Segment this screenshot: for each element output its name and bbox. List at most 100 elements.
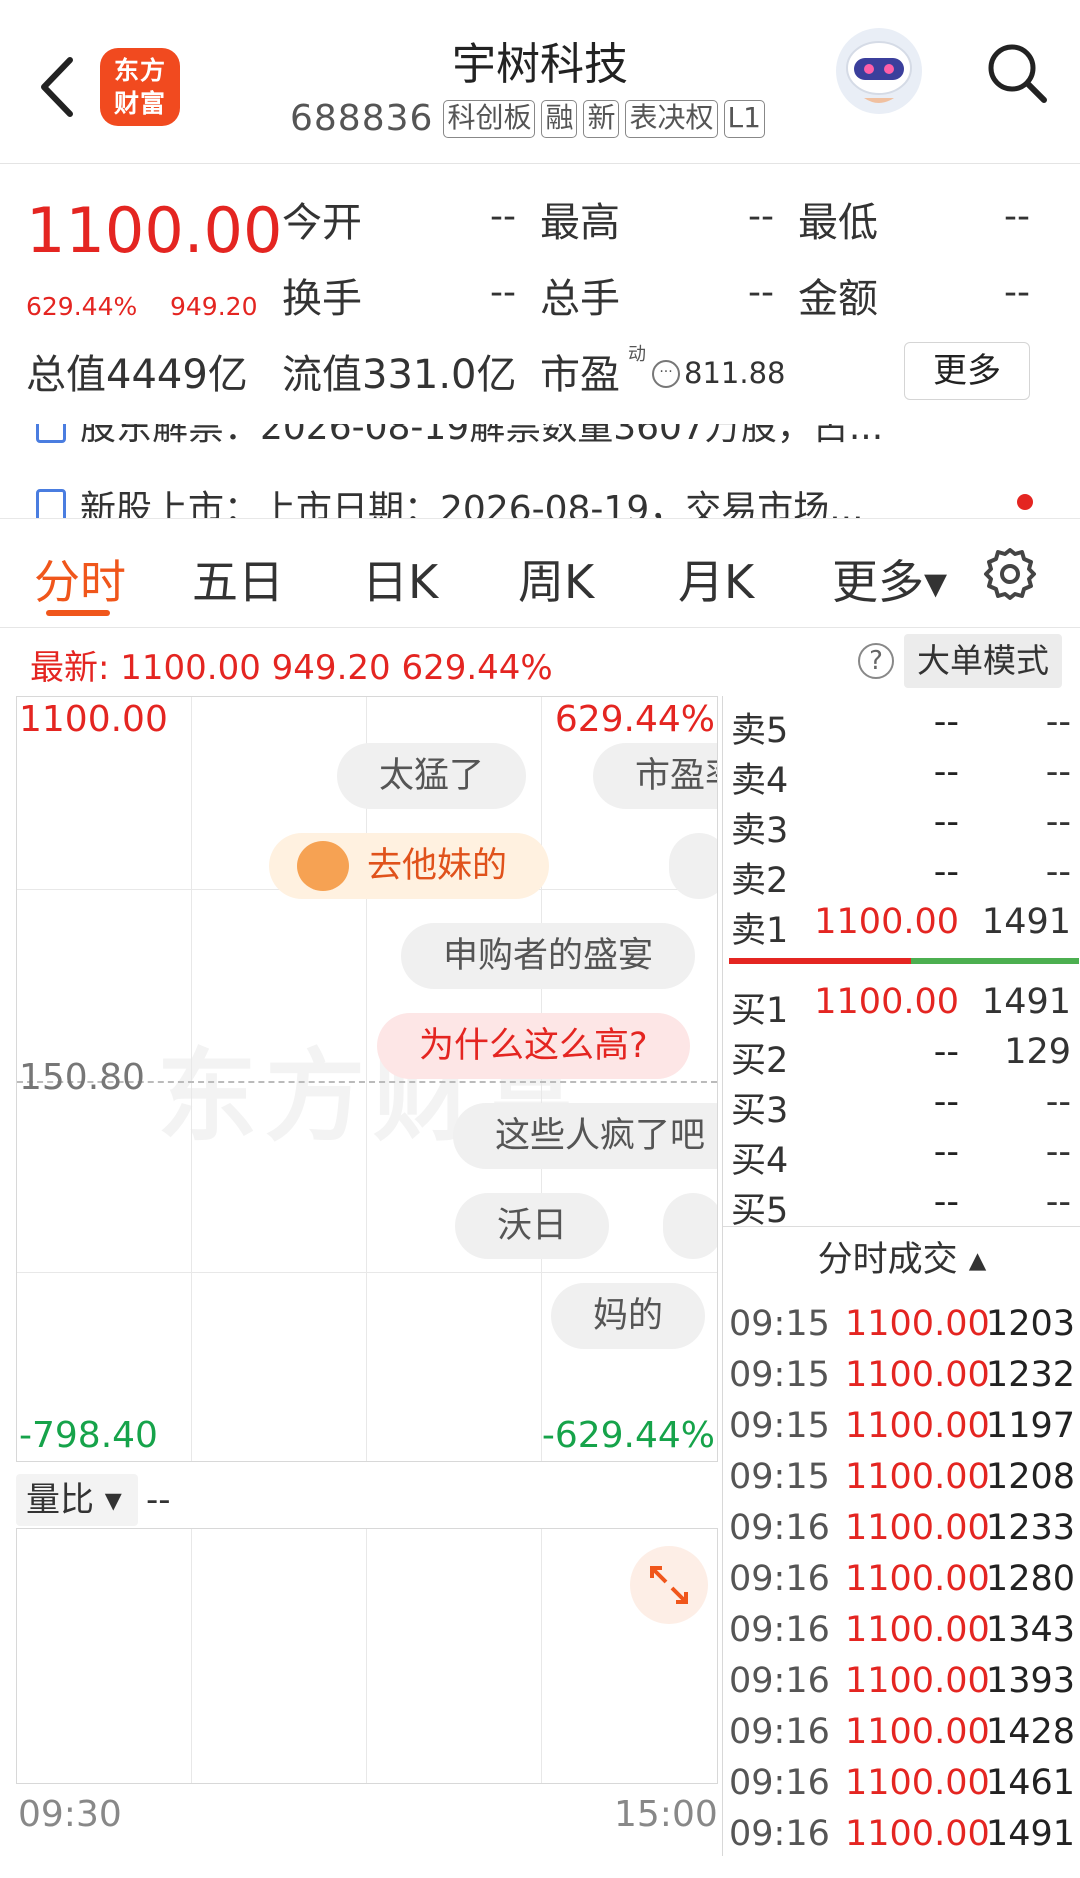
tab-weekly-k[interactable]: 周K — [518, 546, 594, 612]
gear-icon[interactable] — [980, 544, 1040, 604]
tab-more[interactable]: 更多▾ — [832, 546, 947, 612]
trade-price: 1100.00 — [845, 1355, 990, 1395]
y-axis-top: 1100.00 — [19, 699, 168, 740]
bid-price: -- — [933, 1132, 959, 1172]
trade-volume: 1491 — [985, 1814, 1075, 1854]
big-order-mode-button[interactable]: 大单模式 — [904, 634, 1062, 688]
ask-row: 卖1 1100.00 1491 — [727, 902, 1077, 951]
intraday-chart[interactable]: 东方财富 1100.00 629.44% 150.80 -798.40 -629… — [16, 696, 718, 1462]
trade-row: 09:15 1100.00 1232 — [729, 1355, 1079, 1405]
bid-row: 买2 -- 129 — [727, 1032, 1077, 1081]
trade-volume: 1233 — [985, 1508, 1075, 1548]
trade-row: 09:15 1100.00 1203 — [729, 1304, 1079, 1354]
trade-price: 1100.00 — [845, 1508, 990, 1548]
volume-indicator-select[interactable]: 量比 ▾ — [16, 1474, 138, 1526]
order-book: 卖5 -- -- 卖4 -- -- 卖3 -- -- 卖2 -- -- 卖1 1… — [722, 696, 1080, 1856]
trade-time: 09:16 — [729, 1559, 830, 1599]
unread-dot — [1017, 494, 1033, 510]
search-icon[interactable] — [982, 38, 1052, 108]
danmaku-bubble[interactable]: 太猛了 — [337, 743, 527, 809]
pe-more-icon[interactable]: ··· — [652, 360, 680, 388]
ask-label: 卖3 — [731, 811, 789, 851]
assistant-robot-icon[interactable] — [836, 28, 922, 114]
trade-row: 09:16 1100.00 1343 — [729, 1610, 1079, 1660]
trade-time: 09:16 — [729, 1712, 830, 1752]
help-icon[interactable]: ? — [858, 643, 894, 679]
expand-icon[interactable] — [630, 1546, 708, 1624]
ask-row: 卖3 -- -- — [727, 802, 1077, 851]
trade-volume: 1393 — [985, 1661, 1075, 1701]
news-item-unlock[interactable]: 股东解禁：2026-08-19解禁数量3607万股，占... — [36, 424, 883, 450]
bid-label: 买4 — [731, 1141, 789, 1181]
y-axis-top-pct: 629.44% — [554, 699, 715, 740]
trade-volume: 1208 — [985, 1457, 1075, 1497]
change-percent: 629.44% — [26, 292, 138, 321]
danmaku-bubble[interactable]: 沃日 — [455, 1193, 610, 1259]
back-icon[interactable] — [32, 52, 82, 122]
bid-price: -- — [933, 1032, 959, 1072]
volume-chart[interactable] — [16, 1528, 718, 1784]
danmaku-bubble-partial[interactable] — [669, 833, 717, 899]
news-prefix-ipo: 新股上市： — [80, 489, 261, 519]
logo-line-2: 财富 — [113, 89, 166, 118]
ask-label: 卖2 — [731, 861, 789, 901]
ask-volume: -- — [1045, 852, 1071, 892]
tag-level: L1 — [723, 99, 765, 138]
time-axis-end: 15:00 — [614, 1794, 718, 1835]
y-axis-bottom-pct: -629.44% — [541, 1415, 715, 1456]
volume-indicator-value: -- — [146, 1480, 171, 1520]
last-price: 1100.00 — [26, 194, 283, 267]
stat-volume-value: -- — [748, 272, 774, 313]
tab-daily-k[interactable]: 日K — [362, 546, 438, 612]
danmaku-bubble-partial[interactable] — [663, 1193, 717, 1259]
more-button[interactable]: 更多 — [904, 342, 1030, 400]
trade-volume: 1428 — [985, 1712, 1075, 1752]
grid-vline — [191, 697, 192, 1461]
news-ticker[interactable]: 股东解禁：2026-08-19解禁数量3607万股，占... 新股上市：上市日期… — [0, 424, 1080, 519]
trade-time: 09:15 — [729, 1355, 830, 1395]
mascot-cow-icon — [297, 841, 349, 891]
stock-name: 宇树科技 — [452, 39, 628, 90]
stat-turnover-label: 换手 — [282, 276, 362, 322]
float-market-value: 流值331.0亿 — [282, 352, 517, 398]
tab-intraday[interactable]: 分时 — [34, 546, 126, 612]
danmaku-bubble[interactable]: 市盈率 — [593, 743, 717, 809]
buy-ratio-segment — [729, 958, 911, 964]
danmaku-bubble[interactable]: 申购者的盛宴 — [401, 923, 696, 989]
ask-price: -- — [933, 752, 959, 792]
chart-tabs: 分时 五日 日K 周K 月K 更多▾ — [0, 520, 1080, 628]
ask-label: 卖4 — [731, 761, 789, 801]
ask-label: 卖1 — [731, 911, 789, 951]
danmaku-bubble-hot[interactable]: 去他妹的 — [269, 833, 550, 899]
bid-label: 买3 — [731, 1091, 789, 1131]
tab-five-day[interactable]: 五日 — [192, 546, 284, 612]
sell-ratio-segment — [911, 958, 1079, 964]
trade-time: 09:15 — [729, 1304, 830, 1344]
trade-row: 09:16 1100.00 1393 — [729, 1661, 1079, 1711]
trades-header[interactable]: 分时成交 ▴ — [723, 1226, 1080, 1292]
buy-sell-ratio-bar — [729, 958, 1079, 964]
stat-low-label: 最低 — [798, 200, 878, 246]
danmaku-bubble-highlight[interactable]: 为什么这么高? — [377, 1013, 690, 1079]
bid-volume: -- — [1045, 1082, 1071, 1122]
quote-panel: 1100.00 629.44% 949.20 今开 -- 最高 -- 最低 --… — [0, 164, 1080, 424]
stat-turnover-value: -- — [490, 272, 516, 313]
pe-dynamic-sup: 动 — [628, 344, 646, 365]
stat-volume-label: 总手 — [540, 276, 620, 322]
danmaku-bubble[interactable]: 妈的 — [551, 1283, 706, 1349]
trade-row: 09:16 1100.00 1233 — [729, 1508, 1079, 1558]
y-axis-mid: 150.80 — [19, 1057, 145, 1098]
danmaku-bubble-text: 去他妹的 — [367, 846, 508, 886]
app-header: 东方 财富 宇树科技 688836 科创板 融 新 表决权 L1 — [0, 0, 1080, 164]
tab-monthly-k[interactable]: 月K — [678, 546, 754, 612]
ask-price: -- — [933, 702, 959, 742]
stat-amount-label: 金额 — [798, 276, 878, 322]
bid-volume: 129 — [1004, 1032, 1071, 1072]
news-item-ipo[interactable]: 新股上市：上市日期：2026-08-19，交易市场... — [36, 480, 864, 519]
danmaku-bubble[interactable]: 这些人疯了吧 — [453, 1103, 717, 1169]
tab-active-indicator — [46, 610, 110, 616]
ask-row: 卖4 -- -- — [727, 752, 1077, 801]
bid-volume: -- — [1045, 1182, 1071, 1222]
grid-vline — [541, 1529, 542, 1783]
ask-volume: -- — [1045, 752, 1071, 792]
